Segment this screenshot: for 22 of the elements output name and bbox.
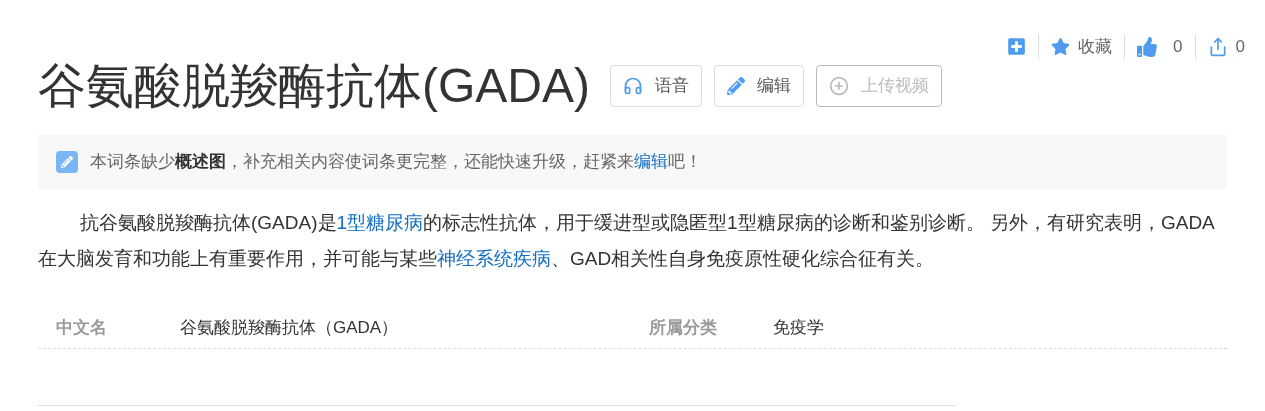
thumbs-up-icon [1137, 36, 1158, 57]
plus-icon [1007, 37, 1027, 56]
edit-link[interactable]: 编辑 [634, 152, 668, 172]
info-value: 免疫学 [773, 316, 824, 339]
audio-button[interactable]: 语音 [610, 65, 702, 107]
share-button[interactable]: 0 [1195, 33, 1245, 60]
headphones-icon [623, 76, 643, 96]
info-name: 中文名 [55, 316, 108, 339]
page-title: 谷氨酸脱羧酶抗体(GADA) [38, 58, 590, 114]
summary-paragraph: 抗谷氨酸脱羧酶抗体(GADA)是1型糖尿病的标志性抗体，用于缓进型或隐匿型1型糖尿病的诊断和鉴别诊断。 另外，有研究表明，GADA在大脑发育和功能上有重要作用，并可能与某些神经系统疾病、GAD相关性自身免疫原性硬化综合征有关。 [38, 211, 1216, 271]
favorite-button[interactable]: 收藏 [1039, 33, 1125, 60]
summary-link[interactable]: 1型糖尿病 [336, 212, 424, 233]
star-icon [1051, 37, 1071, 56]
notice-text: 本词条缺少概述图，补充相关内容使词条更完整，还能快速升级，赶紧来编辑吧！ [90, 151, 702, 174]
like-button[interactable]: 0 [1125, 33, 1195, 60]
info-value: 谷氨酸脱羧酶抗体（GADA） [180, 316, 399, 339]
info-name: 所属分类 [648, 316, 718, 339]
pencil-icon [56, 151, 78, 173]
edit-button[interactable]: 编辑 [714, 65, 804, 107]
pencil-icon [727, 77, 745, 95]
summary-link[interactable]: 神经系统疾病 [437, 248, 551, 269]
plus-circle-icon [829, 76, 849, 96]
